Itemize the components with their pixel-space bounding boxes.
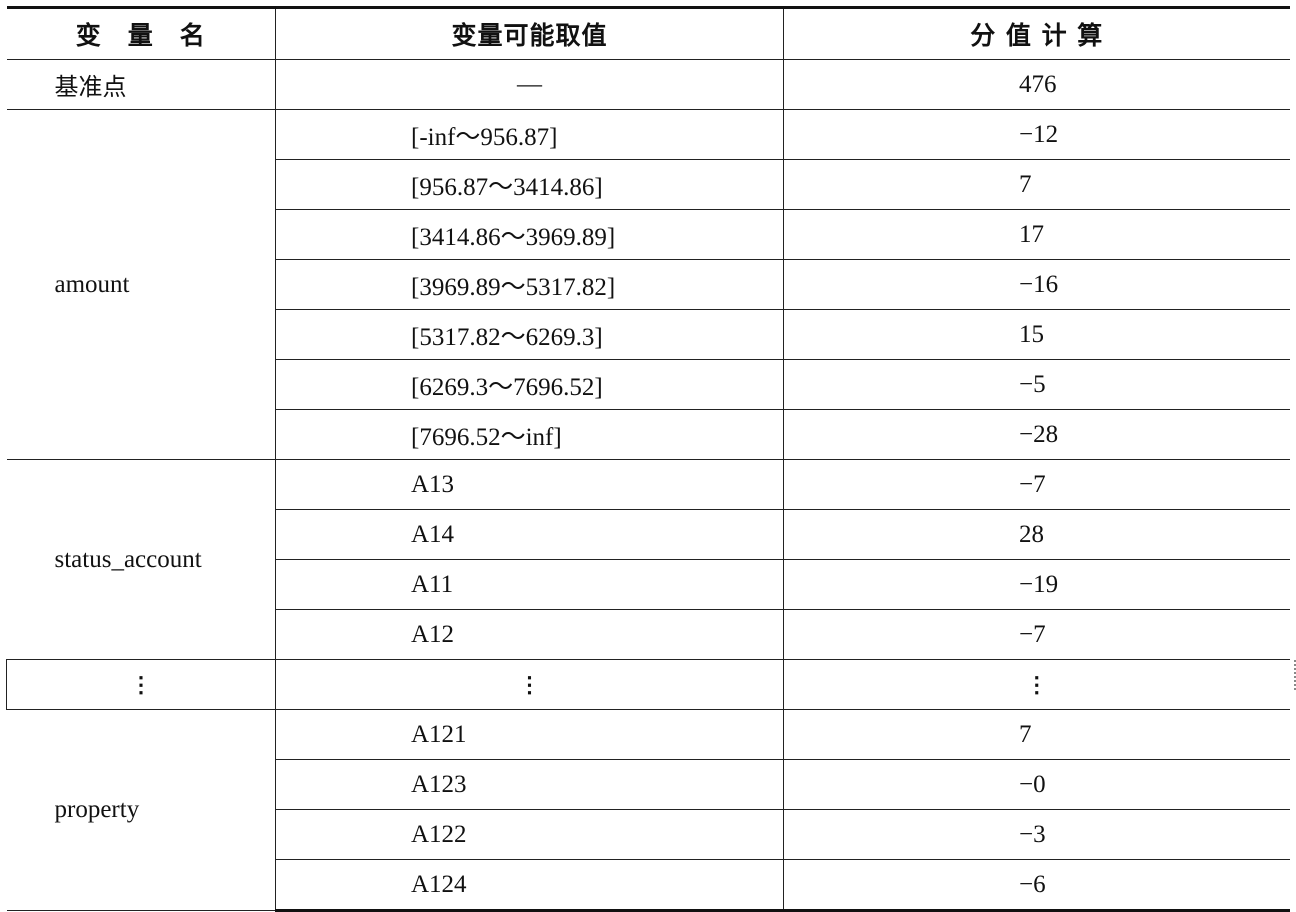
range-value: [6269.3～7696.52] xyxy=(275,359,784,410)
variable-property: property xyxy=(6,709,276,911)
table-row: status_account A13 −7 xyxy=(6,459,1290,660)
base-range: — xyxy=(275,59,784,110)
score-value: 15 xyxy=(783,309,1290,360)
range-value: [956.87～3414.86] xyxy=(275,159,784,210)
header-score: 分 值 计 算 xyxy=(783,6,1290,60)
score-value: −19 xyxy=(783,559,1290,610)
table-header: 变 量 名 变量可能取值 分 值 计 算 xyxy=(6,6,1290,60)
range-value: A11 xyxy=(275,559,784,610)
table-row-base: 基准点 — 476 xyxy=(6,59,1290,110)
vertical-ellipsis-icon: ⋮ xyxy=(518,671,541,697)
score-value: −12 xyxy=(783,109,1290,160)
score-value: −16 xyxy=(783,259,1290,310)
base-score: 476 xyxy=(783,59,1290,110)
header-possible-values: 变量可能取值 xyxy=(275,6,784,60)
range-value: A12 xyxy=(275,609,784,660)
vertical-ellipsis-icon: ⋮ xyxy=(130,671,152,697)
score-value: −3 xyxy=(783,809,1290,860)
table-row: amount [-inf～956.87] −12 xyxy=(6,109,1290,460)
base-label: 基准点 xyxy=(6,59,276,110)
variable-amount: amount xyxy=(6,109,276,460)
range-value: A123 xyxy=(275,759,784,810)
ellipsis-variable: ⋮ xyxy=(6,659,276,710)
score-value: 7 xyxy=(783,709,1290,760)
header-row: 变 量 名 变量可能取值 分 值 计 算 xyxy=(6,6,1290,60)
scorecard-table: 变 量 名 变量可能取值 分 值 计 算 基准点 — 476 amount [-… xyxy=(6,6,1290,912)
score-value: −0 xyxy=(783,759,1290,810)
range-value: A122 xyxy=(275,809,784,860)
range-value: [3414.86～3969.89] xyxy=(275,209,784,260)
score-value: −7 xyxy=(783,609,1290,660)
range-value: [3969.89～5317.82] xyxy=(275,259,784,310)
score-value: −5 xyxy=(783,359,1290,410)
range-value: A124 xyxy=(275,859,784,912)
range-value: A14 xyxy=(275,509,784,560)
score-value: −28 xyxy=(783,409,1290,460)
document-page: 变 量 名 变量可能取值 分 值 计 算 基准点 — 476 amount [-… xyxy=(0,0,1296,912)
vertical-ellipsis-icon: ⋮ xyxy=(1025,671,1048,697)
header-variable-name: 变 量 名 xyxy=(6,6,276,60)
range-value: [5317.82～6269.3] xyxy=(275,309,784,360)
range-value: [-inf～956.87] xyxy=(275,109,784,160)
range-value: [7696.52～inf] xyxy=(275,409,784,460)
score-value: −6 xyxy=(783,859,1290,912)
range-value: A13 xyxy=(275,459,784,510)
score-value: 7 xyxy=(783,159,1290,210)
table-body: 基准点 — 476 amount [-inf～956.87] −12 [956.… xyxy=(6,59,1290,912)
range-value: A121 xyxy=(275,709,784,760)
ellipsis-range: ⋮ xyxy=(275,659,784,710)
table-row: property A121 7 xyxy=(6,709,1290,911)
variable-status-account: status_account xyxy=(6,459,276,660)
score-value: 28 xyxy=(783,509,1290,560)
score-value: 17 xyxy=(783,209,1290,260)
score-value: −7 xyxy=(783,459,1290,510)
ellipsis-score: ⋮ xyxy=(783,659,1290,710)
table-row-ellipsis: ⋮ ⋮ ⋮ xyxy=(6,659,1290,710)
